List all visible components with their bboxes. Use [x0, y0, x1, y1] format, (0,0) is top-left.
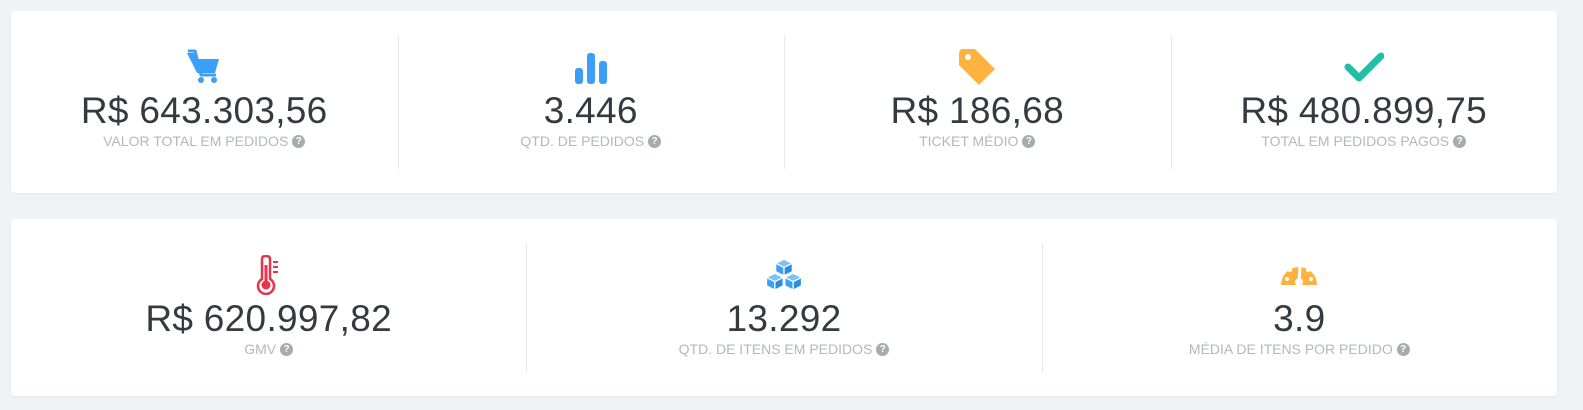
stat-value: R$ 186,68	[890, 90, 1064, 131]
stat-label-text: MÉDIA DE ITENS POR PEDIDO	[1188, 341, 1393, 357]
thermometer-icon	[249, 255, 289, 295]
help-icon[interactable]: ?	[648, 134, 662, 148]
stat-label: TICKET MÉDIO ?	[919, 133, 1036, 149]
summary-card-items: R$ 620.997,82 GMV ? 13.292 QTD. DE ITENS…	[11, 219, 1557, 396]
stat-label: QTD. DE PEDIDOS ?	[520, 133, 662, 149]
bar-chart-icon	[571, 47, 611, 87]
help-icon[interactable]: ?	[1022, 134, 1036, 148]
checkmark-icon	[1344, 47, 1384, 87]
stat-label-text: QTD. DE ITENS EM PEDIDOS	[678, 341, 873, 357]
speedometer-icon	[1279, 255, 1319, 295]
stat-label: QTD. DE ITENS EM PEDIDOS ?	[679, 341, 890, 357]
stat-label: MÉDIA DE ITENS POR PEDIDO ?	[1189, 341, 1410, 357]
stat-label-text: GMV	[244, 341, 277, 357]
stat-value: 3.9	[1273, 298, 1326, 339]
shopping-cart-icon	[184, 47, 224, 87]
summary-card-orders: R$ 643.303,56 VALOR TOTAL EM PEDIDOS ? 3…	[11, 11, 1557, 193]
stat-label-text: QTD. DE PEDIDOS	[520, 133, 645, 149]
help-icon[interactable]: ?	[1396, 342, 1410, 356]
stat-label: GMV ?	[244, 341, 294, 357]
stat-label: TOTAL EM PEDIDOS PAGOS ?	[1261, 133, 1467, 149]
stat-items-in-orders: 13.292 QTD. DE ITENS EM PEDIDOS ?	[526, 219, 1041, 396]
stat-total-orders-value: R$ 643.303,56 VALOR TOTAL EM PEDIDOS ?	[11, 11, 398, 193]
stat-value: 3.446	[543, 90, 638, 131]
stat-label: VALOR TOTAL EM PEDIDOS ?	[103, 133, 306, 149]
stat-order-count: 3.446 QTD. DE PEDIDOS ?	[397, 11, 785, 193]
stat-total-paid-orders: R$ 480.899,75 TOTAL EM PEDIDOS PAGOS ?	[1170, 11, 1558, 193]
stat-value: 13.292	[726, 298, 842, 339]
stat-gmv: R$ 620.997,82 GMV ?	[11, 219, 526, 396]
price-tag-icon	[957, 47, 997, 87]
help-icon[interactable]: ?	[1453, 134, 1467, 148]
stat-value: R$ 480.899,75	[1240, 90, 1488, 131]
stat-label-text: VALOR TOTAL EM PEDIDOS	[103, 133, 289, 149]
stat-average-items-per-order: 3.9 MÉDIA DE ITENS POR PEDIDO ?	[1041, 219, 1557, 396]
stat-value: R$ 620.997,82	[145, 298, 392, 339]
stat-label-text: TICKET MÉDIO	[919, 133, 1019, 149]
stat-label-text: TOTAL EM PEDIDOS PAGOS	[1261, 133, 1450, 149]
help-icon[interactable]: ?	[280, 342, 294, 356]
cubes-icon	[764, 255, 804, 295]
help-icon[interactable]: ?	[876, 342, 890, 356]
stat-average-ticket: R$ 186,68 TICKET MÉDIO ?	[784, 11, 1171, 193]
help-icon[interactable]: ?	[292, 134, 306, 148]
stat-value: R$ 643.303,56	[80, 90, 328, 131]
